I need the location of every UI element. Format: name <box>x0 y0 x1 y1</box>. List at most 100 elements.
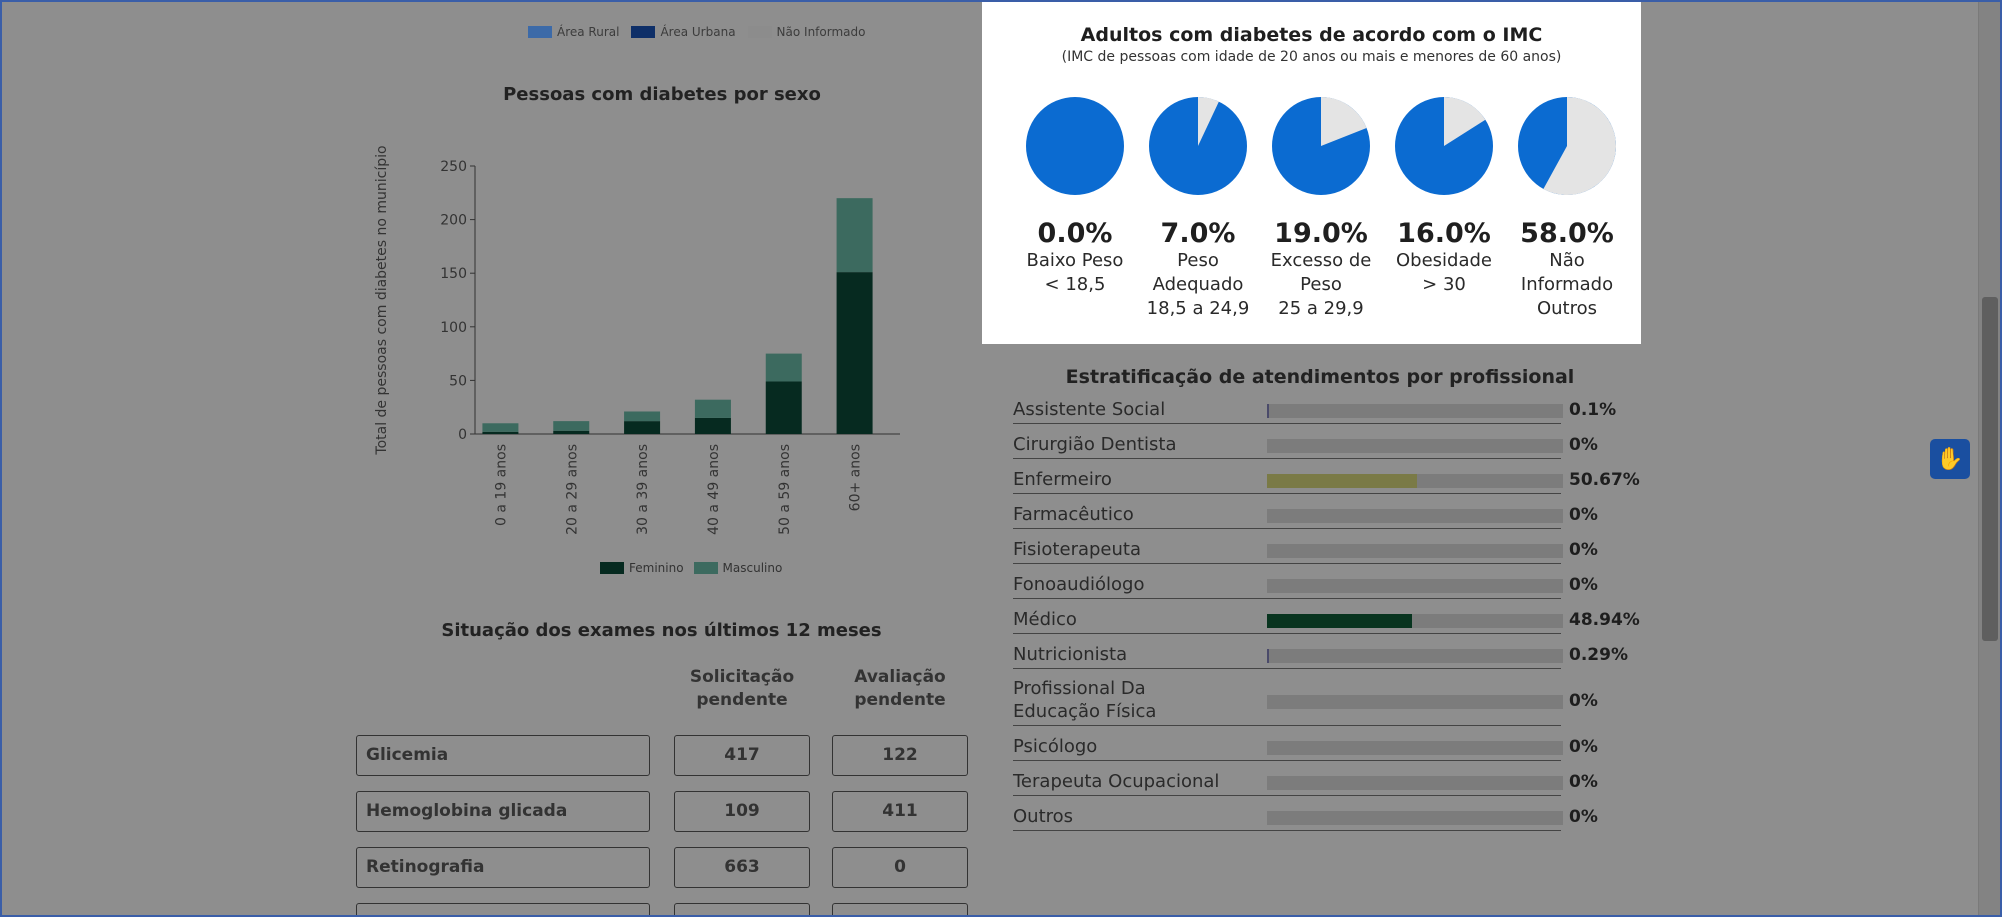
bar-masculino[interactable] <box>553 421 590 431</box>
legend-label-masculino: Masculino <box>722 561 783 575</box>
imc-title: Adultos com diabetes de acordo com o IMC <box>1080 24 1543 46</box>
professional-bar-track <box>1267 613 1563 628</box>
imc-percent: 58.0% <box>1520 218 1614 249</box>
professional-bar-track <box>1267 438 1563 453</box>
bar-feminino[interactable] <box>482 431 519 434</box>
professional-value: 0% <box>1569 434 1598 455</box>
professional-value: 0.1% <box>1569 399 1617 420</box>
professional-bar-track <box>1267 578 1563 593</box>
bar-masculino[interactable] <box>836 198 873 273</box>
strat-title: Estratificação de atendimentos por profi… <box>1065 366 1575 388</box>
professional-value: 0% <box>1569 806 1598 827</box>
exam-col-avaliacao: Avaliação pendente <box>832 666 968 712</box>
x-tick-label: 50 a 59 anos <box>777 444 793 535</box>
imc-percent: 16.0% <box>1397 218 1491 249</box>
professional-bar-fill <box>1267 613 1412 628</box>
bar-feminino[interactable] <box>836 272 873 434</box>
bar-masculino[interactable] <box>694 399 731 418</box>
professional-row: Fonoaudiólogo 0% <box>1013 572 1633 599</box>
sign-language-hand-icon: ✋ <box>1936 446 1964 472</box>
bar-masculino[interactable] <box>482 423 519 432</box>
x-tick-label: 40 a 49 anos <box>706 444 722 535</box>
imc-label-line: > 30 <box>1422 274 1466 295</box>
exam-col-solicitacao-line2: pendente <box>696 690 788 710</box>
bar-feminino[interactable] <box>624 421 661 434</box>
legend-label-nao-informado: Não Informado <box>776 25 866 39</box>
professional-row: Profissional Da Educação Física 0% <box>1013 677 1633 726</box>
professional-row: Psicólogo 0% <box>1013 734 1633 761</box>
professional-value: 0% <box>1569 736 1598 757</box>
exam-box-placeholder <box>674 903 810 917</box>
professional-row: Médico 48.94% <box>1013 607 1640 634</box>
professional-value: 0% <box>1569 771 1598 792</box>
y-axis-label: Total de pessoas com diabetes no municíp… <box>374 145 390 455</box>
x-tick-label: 20 a 29 anos <box>564 444 580 535</box>
imc-label-line: 18,5 a 24,9 <box>1146 298 1250 319</box>
legend-label-feminino: Feminino <box>629 561 684 575</box>
exam-name-placeholder <box>356 903 650 917</box>
bar-masculino[interactable] <box>624 411 661 422</box>
imc-pie-chart <box>1518 97 1616 195</box>
legend-swatch-masculino <box>693 562 718 574</box>
exam-col-avaliacao-line1: Avaliação <box>854 667 946 687</box>
scrollbar-thumb[interactable] <box>1982 297 1998 641</box>
imc-label-line: Peso <box>1177 250 1219 271</box>
bar-feminino[interactable] <box>765 381 802 434</box>
imc-percent: 19.0% <box>1274 218 1368 249</box>
x-tick-label: 0 a 19 anos <box>493 444 509 526</box>
bar-feminino[interactable] <box>694 417 731 434</box>
professional-row: Outros 0% <box>1013 804 1633 831</box>
professional-bar-track <box>1267 403 1563 418</box>
exam-solicitacao-value: 417 <box>674 735 810 776</box>
professional-row: Assistente Social 0.1% <box>1013 397 1633 424</box>
professional-row: Cirurgião Dentista 0% <box>1013 432 1633 459</box>
professional-bar-track <box>1267 775 1563 790</box>
page-scrollbar[interactable] <box>1978 0 2000 917</box>
legend-item-nao-informado: Não Informado <box>747 25 866 39</box>
imc-pie-chart <box>1395 97 1493 195</box>
professional-row: Farmacêutico 0% <box>1013 502 1633 529</box>
legend-swatch-feminino <box>600 562 624 574</box>
exam-name: Glicemia <box>356 735 650 776</box>
exam-row: Glicemia 417 122 <box>356 735 968 776</box>
imc-label-line: Outros <box>1536 298 1598 319</box>
sex-legend: Feminino Masculino <box>600 561 782 575</box>
professional-row: Fisioterapeuta 0% <box>1013 537 1633 564</box>
exam-solicitacao-value: 663 <box>674 847 810 888</box>
legend-swatch-area-rural <box>528 26 552 38</box>
sex-bar-chart: 0 50 100 150 200 250 Total de pessoas com diab… <box>374 145 900 535</box>
y-tick-label: 50 <box>449 373 467 389</box>
professional-bar-track <box>1267 508 1563 523</box>
professional-bar-fill <box>1267 403 1269 418</box>
bar-feminino[interactable] <box>553 430 590 434</box>
exam-box-placeholder <box>832 903 968 917</box>
legend-swatch-area-urbana <box>631 26 656 38</box>
imc-label-line: Informado <box>1520 274 1614 295</box>
professional-value: 0% <box>1569 574 1598 595</box>
bar-masculino[interactable] <box>765 353 802 382</box>
imc-percent: 0.0% <box>1037 218 1113 249</box>
x-tick-label: 30 a 39 anos <box>635 444 651 535</box>
imc-pie-item: 58.0% Não Informado Outros <box>1505 96 1629 321</box>
professional-bar-track <box>1267 810 1563 825</box>
professional-bar-fill <box>1267 648 1269 663</box>
imc-pie-item: 16.0% Obesidade > 30 <box>1382 96 1506 297</box>
imc-label-line: Peso <box>1300 274 1342 295</box>
legend-label-area-urbana: Área Urbana <box>660 25 736 39</box>
professional-bar-track <box>1267 543 1563 558</box>
accessibility-button[interactable]: ✋ <box>1930 439 1970 479</box>
imc-label-line: 25 a 29,9 <box>1278 298 1364 319</box>
legend-item-area-rural: Área Rural <box>528 25 619 39</box>
exam-solicitacao-value: 109 <box>674 791 810 832</box>
professional-value: 48.94% <box>1569 609 1640 630</box>
legend-item-area-urbana: Área Urbana <box>631 25 736 39</box>
exam-row: Hemoglobina glicada 109 411 <box>356 791 968 832</box>
imc-pie-item: 7.0% Peso Adequado 18,5 a 24,9 <box>1136 96 1260 321</box>
professional-bar-fill <box>1267 473 1417 488</box>
y-tick-label: 250 <box>440 159 467 175</box>
professional-value: 50.67% <box>1569 469 1640 490</box>
y-tick-label: 150 <box>440 266 467 282</box>
professional-bar-track <box>1267 648 1563 663</box>
imc-label-line: Não <box>1549 250 1585 271</box>
exam-row: Retinografia 663 0 <box>356 847 968 888</box>
